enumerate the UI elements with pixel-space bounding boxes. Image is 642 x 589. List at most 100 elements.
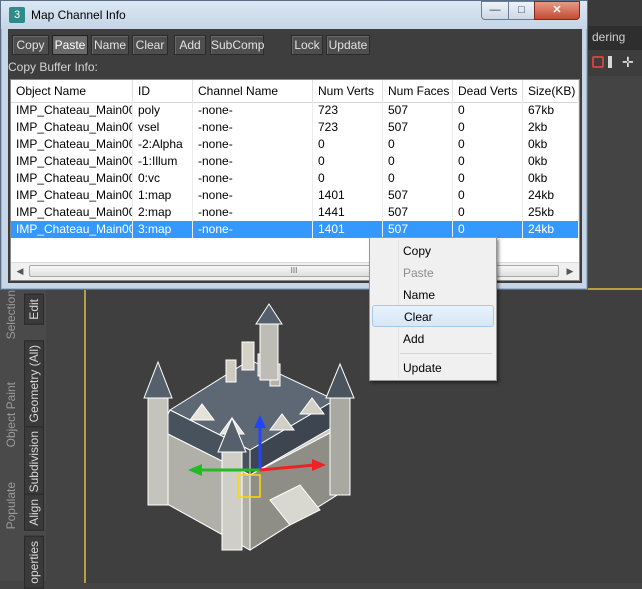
- app-icon: 3: [9, 7, 25, 23]
- cell-num-verts: 0: [313, 136, 383, 153]
- col-num-faces[interactable]: Num Faces: [383, 80, 453, 102]
- copy-buffer-label: Copy Buffer Info:: [8, 60, 98, 74]
- paste-button[interactable]: Paste: [52, 35, 88, 55]
- menu-fragment[interactable]: dering: [588, 26, 642, 50]
- cell-dead-verts: 0: [453, 102, 523, 119]
- cell-id: 3:map: [133, 221, 193, 238]
- cell-num-verts: 0: [313, 170, 383, 187]
- cell-channel-name: -none-: [193, 136, 313, 153]
- tab-geometry-all[interactable]: Geometry (All): [24, 340, 44, 428]
- cell-size-kb: 0kb: [523, 153, 579, 170]
- cell-num-faces: 507: [383, 102, 453, 119]
- scroll-left-icon[interactable]: ◀: [13, 265, 27, 278]
- title-bar[interactable]: 3 Map Channel Info — □ ✕: [1, 1, 587, 29]
- cell-channel-name: -none-: [193, 153, 313, 170]
- cell-object-name: IMP_Chateau_Main002: [11, 102, 133, 119]
- cell-size-kb: 2kb: [523, 119, 579, 136]
- name-button[interactable]: Name: [91, 35, 129, 55]
- cell-num-faces: 507: [383, 187, 453, 204]
- map-channel-info-window: 3 Map Channel Info — □ ✕ Copy Paste Name…: [0, 0, 588, 290]
- cell-num-verts: 723: [313, 102, 383, 119]
- col-id[interactable]: ID: [133, 80, 193, 102]
- col-object-name[interactable]: Object Name: [11, 80, 133, 102]
- subcomp-button[interactable]: SubComp: [210, 35, 264, 55]
- cell-channel-name: -none-: [193, 187, 313, 204]
- cell-object-name: IMP_Chateau_Main002: [11, 170, 133, 187]
- col-size-kb[interactable]: Size(KB): [523, 80, 579, 102]
- update-button[interactable]: Update: [326, 35, 370, 55]
- tab-edit[interactable]: Edit: [24, 294, 44, 325]
- cell-size-kb: 0kb: [523, 136, 579, 153]
- cell-channel-name: -none-: [193, 102, 313, 119]
- cell-dead-verts: 0: [453, 119, 523, 136]
- cell-size-kb: 0kb: [523, 170, 579, 187]
- cell-num-faces: 507: [383, 204, 453, 221]
- cell-object-name: IMP_Chateau_Main002: [11, 187, 133, 204]
- castle-model[interactable]: [130, 300, 370, 560]
- cell-num-verts: 1441: [313, 204, 383, 221]
- table-row[interactable]: IMP_Chateau_Main002 2:map -none- 1441 507 0 25…: [11, 204, 579, 221]
- cell-dead-verts: 0: [453, 136, 523, 153]
- col-channel-name[interactable]: Channel Name: [193, 80, 313, 102]
- cell-num-faces: 0: [383, 170, 453, 187]
- cell-num-faces: 0: [383, 153, 453, 170]
- move-icon[interactable]: ✛: [622, 55, 634, 69]
- menu-item-add[interactable]: Add: [372, 328, 494, 350]
- cell-num-verts: 723: [313, 119, 383, 136]
- tab-object-paint[interactable]: Object Paint: [4, 382, 18, 447]
- tab-subdivision[interactable]: Subdivision: [24, 426, 44, 498]
- menu-item-paste[interactable]: Paste: [372, 262, 494, 284]
- col-dead-verts[interactable]: Dead Verts: [453, 80, 523, 102]
- context-menu: Copy Paste Name Clear Add Update: [369, 237, 497, 381]
- cell-num-verts: 1401: [313, 187, 383, 204]
- lock-button[interactable]: Lock: [291, 35, 323, 55]
- cell-id: -1:Illum: [133, 153, 193, 170]
- add-button[interactable]: Add: [174, 35, 206, 55]
- cell-object-name: IMP_Chateau_Main002: [11, 119, 133, 136]
- copy-button[interactable]: Copy: [12, 35, 49, 55]
- scroll-right-icon[interactable]: ▶: [563, 265, 577, 278]
- tab-selection[interactable]: Selection: [4, 290, 18, 339]
- minimize-button[interactable]: —: [481, 1, 509, 20]
- cell-object-name: IMP_Chateau_Main002: [11, 204, 133, 221]
- cell-num-verts: 1401: [313, 221, 383, 238]
- cell-num-verts: 0: [313, 153, 383, 170]
- cell-id: poly: [133, 102, 193, 119]
- pin-icon[interactable]: [608, 56, 612, 68]
- cell-size-kb: 24kb: [523, 221, 579, 238]
- cell-id: -2:Alpha: [133, 136, 193, 153]
- table-header: Object Name ID Channel Name Num Verts Nu…: [11, 80, 579, 103]
- cell-channel-name: -none-: [193, 119, 313, 136]
- menu-separator: [400, 353, 492, 354]
- cell-num-faces: 507: [383, 221, 453, 238]
- menu-item-update[interactable]: Update: [372, 357, 494, 379]
- cell-dead-verts: 0: [453, 153, 523, 170]
- table-row[interactable]: IMP_Chateau_Main002 -2:Alpha -none- 0 0 0 0kb: [11, 136, 579, 153]
- cell-id: 0:vc: [133, 170, 193, 187]
- table-row[interactable]: IMP_Chateau_Main002 0:vc -none- 0 0 0 0kb: [11, 170, 579, 187]
- cell-channel-name: -none-: [193, 204, 313, 221]
- tab-populate[interactable]: Populate: [4, 482, 18, 529]
- cell-dead-verts: 0: [453, 204, 523, 221]
- window-title: Map Channel Info: [31, 8, 126, 22]
- maximize-button[interactable]: □: [508, 1, 535, 20]
- cell-id: 2:map: [133, 204, 193, 221]
- cell-dead-verts: 0: [453, 187, 523, 204]
- selection-lasso-icon[interactable]: [592, 56, 604, 68]
- command-panel-tabs: Selection Edit Object Paint Geometry (Al…: [0, 270, 46, 589]
- close-button[interactable]: ✕: [534, 1, 580, 20]
- cell-object-name: IMP_Chateau_Main002: [11, 221, 133, 238]
- col-num-verts[interactable]: Num Verts: [313, 80, 383, 102]
- cell-channel-name: -none-: [193, 170, 313, 187]
- clear-button[interactable]: Clear: [132, 35, 168, 55]
- tab-align[interactable]: Align: [24, 494, 44, 531]
- menu-item-clear[interactable]: Clear: [372, 305, 494, 327]
- menu-item-copy[interactable]: Copy: [372, 240, 494, 262]
- table-row[interactable]: IMP_Chateau_Main002 -1:Illum -none- 0 0 0 0kb: [11, 153, 579, 170]
- cell-size-kb: 25kb: [523, 204, 579, 221]
- table-row[interactable]: IMP_Chateau_Main002 vsel -none- 723 507 0 2kb: [11, 119, 579, 136]
- table-row[interactable]: IMP_Chateau_Main002 1:map -none- 1401 507 0 24…: [11, 187, 579, 204]
- table-row[interactable]: IMP_Chateau_Main002 3:map -none- 1401 507 0 24…: [11, 221, 579, 238]
- menu-item-name[interactable]: Name: [372, 284, 494, 306]
- table-row[interactable]: IMP_Chateau_Main002 poly -none- 723 507 0 67kb: [11, 102, 579, 119]
